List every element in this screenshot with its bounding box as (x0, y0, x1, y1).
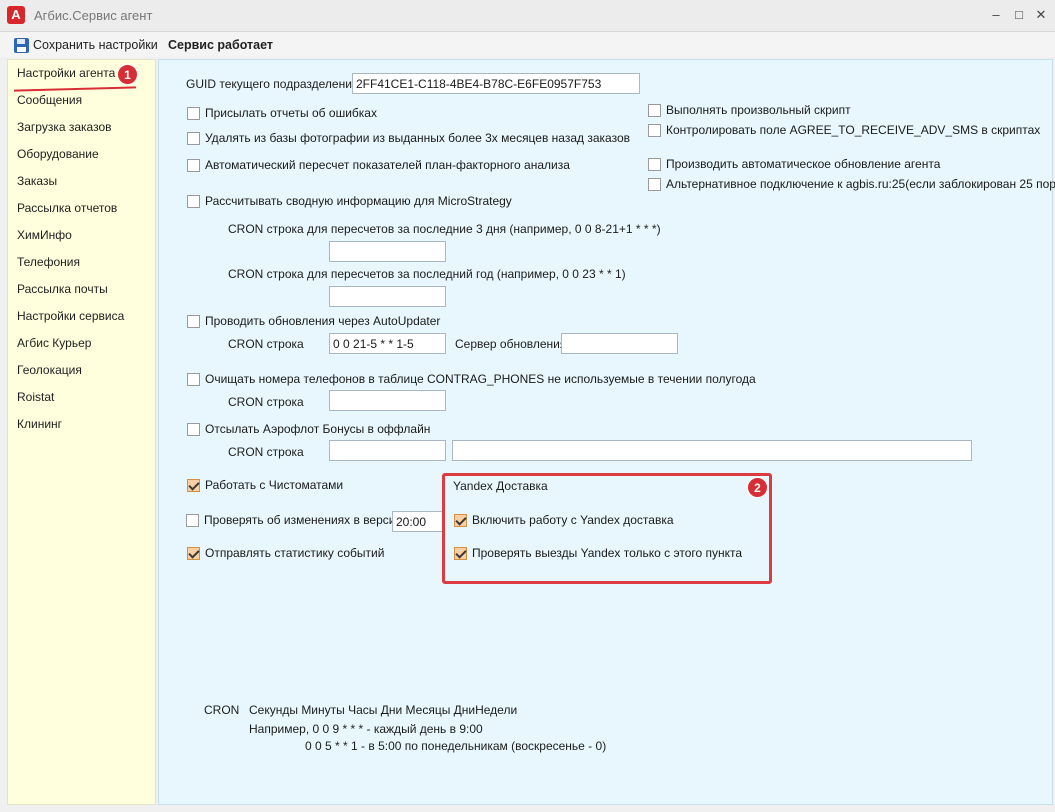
autoupdater-checkbox[interactable]: Проводить обновления через AutoUpdater (187, 314, 440, 328)
aeroflot-extra-input[interactable] (452, 440, 972, 461)
auto-update-agent-label: Производить автоматическое обновление аг… (666, 157, 941, 171)
sidebar-item-agbis-courier[interactable]: Агбис Курьер (17, 336, 91, 354)
chistomat-checkbox[interactable]: Работать с Чистоматами (187, 478, 343, 492)
sidebar-item-telephony[interactable]: Телефония (17, 255, 80, 273)
cron-year-input[interactable] (329, 286, 446, 307)
clear-phones-checkbox[interactable]: Очищать номера телефонов в таблице CONTR… (187, 372, 756, 386)
agree-sms-label: Контролировать поле AGREE_TO_RECEIVE_ADV… (666, 123, 1041, 137)
autoupdater-cron-input[interactable]: 0 0 21-5 * * 1-5 (329, 333, 446, 354)
checkbox-box (648, 123, 661, 137)
microstrategy-checkbox[interactable]: Рассчитывать сводную информацию для Micr… (187, 194, 512, 208)
service-status: Сервис работает (168, 38, 274, 52)
sidebar-item-equipment[interactable]: Оборудование (17, 147, 99, 165)
aeroflot-checkbox[interactable]: Отсылать Аэрофлот Бонусы в оффлайн (187, 422, 430, 436)
auto-recalc-checkbox[interactable]: Автоматический пересчет показателей план… (187, 158, 570, 172)
sidebar: Настройки агента Сообщения Загрузка зака… (7, 59, 156, 805)
auto-recalc-label: Автоматический пересчет показателей план… (205, 158, 570, 172)
run-script-checkbox[interactable]: Выполнять произвольный скрипт (648, 103, 851, 117)
clear-phones-label: Очищать номера телефонов в таблице CONTR… (205, 372, 756, 386)
aeroflot-cron-label: CRON строка (228, 445, 304, 459)
sidebar-item-service-settings[interactable]: Настройки сервиса (17, 309, 124, 327)
aeroflot-cron-input[interactable] (329, 440, 446, 461)
sidebar-item-khiminfo[interactable]: ХимИнфо (17, 228, 72, 246)
autoupdater-cron-label: CRON строка (228, 337, 304, 351)
agree-sms-checkbox[interactable]: Контролировать поле AGREE_TO_RECEIVE_ADV… (648, 123, 1040, 137)
send-stats-label: Отправлять статистику событий (205, 546, 385, 560)
floppy-disk-icon (14, 37, 29, 53)
cron-help-label: CRON (204, 703, 240, 717)
update-server-label: Сервер обновления (455, 337, 567, 351)
check-version-checkbox[interactable]: Проверять об изменениях в версии (186, 513, 402, 527)
checkbox-box (186, 513, 199, 527)
send-stats-checkbox[interactable]: Отправлять статистику событий (187, 546, 384, 560)
delete-photos-checkbox[interactable]: Удалять из базы фотографии из выданных б… (187, 131, 630, 145)
annotation-marker-2: 2 (747, 477, 768, 498)
minimize-icon[interactable]: – (988, 7, 1004, 23)
checkbox-box (187, 422, 200, 436)
microstrategy-label: Рассчитывать сводную информацию для Micr… (205, 194, 512, 208)
guid-label: GUID текущего подразделения (186, 77, 359, 91)
check-version-label: Проверять об изменениях в версии (204, 513, 403, 527)
sidebar-item-roistat[interactable]: Roistat (17, 390, 54, 408)
send-errors-label: Присылать отчеты об ошибках (205, 106, 377, 120)
sidebar-item-orders[interactable]: Заказы (17, 174, 57, 192)
save-settings-button[interactable]: Сохранить настройки (14, 36, 158, 54)
checkbox-box (187, 131, 200, 145)
checkbox-box (187, 372, 200, 386)
delete-photos-label: Удалять из базы фотографии из выданных б… (205, 131, 631, 145)
guid-input[interactable]: 2FF41CE1-C118-4BE4-B78C-E6FE0957F753 (352, 73, 640, 94)
cron-help-fields: Секунды Минуты Часы Дни Месяцы ДниНедели (249, 703, 518, 717)
sidebar-item-geolocation[interactable]: Геолокация (17, 363, 82, 381)
annotation-highlight-box (442, 473, 772, 584)
cron-3days-input[interactable] (329, 241, 446, 262)
toolbar: Сохранить настройки Сервис работает (0, 32, 1055, 57)
checkbox-box (187, 478, 200, 492)
auto-update-agent-checkbox[interactable]: Производить автоматическое обновление аг… (648, 157, 940, 171)
sidebar-item-report-mailing[interactable]: Рассылка отчетов (17, 201, 117, 219)
close-icon[interactable]: ✕ (1033, 7, 1049, 23)
clear-phones-cron-label: CRON строка (228, 395, 304, 409)
autoupdater-label: Проводить обновления через AutoUpdater (205, 314, 441, 328)
sidebar-item-agent-settings[interactable]: Настройки агента (17, 66, 115, 84)
checkbox-box (648, 177, 661, 191)
checkbox-box (187, 546, 200, 560)
chistomat-label: Работать с Чистоматами (205, 478, 344, 492)
cron-year-label: CRON строка для пересчетов за последний … (228, 267, 626, 281)
sidebar-item-email-mailing[interactable]: Рассылка почты (17, 282, 108, 300)
window-title: Агбис.Сервис агент (34, 8, 153, 23)
cron-help-example-2: 0 0 5 * * 1 - в 5:00 по понедельникам (в… (305, 739, 607, 753)
run-script-label: Выполнять произвольный скрипт (666, 103, 851, 117)
annotation-marker-1: 1 (117, 64, 138, 85)
settings-panel: GUID текущего подразделения 2FF41CE1-C11… (158, 59, 1055, 805)
cron-3days-label: CRON строка для пересчетов за последние … (228, 222, 661, 236)
clear-phones-cron-input[interactable] (329, 390, 446, 411)
maximize-icon[interactable]: □ (1011, 7, 1027, 23)
checkbox-box (187, 106, 200, 120)
checkbox-box (187, 194, 200, 208)
cron-help-example-1: Например, 0 0 9 * * * - каждый день в 9:… (249, 722, 483, 736)
checkbox-box (187, 158, 200, 172)
checkbox-box (648, 103, 661, 117)
update-server-input[interactable] (561, 333, 678, 354)
send-errors-checkbox[interactable]: Присылать отчеты об ошибках (187, 106, 377, 120)
window-titlebar: A Агбис.Сервис агент – □ ✕ (0, 0, 1055, 32)
app-logo-icon: A (7, 6, 25, 24)
aeroflot-label: Отсылать Аэрофлот Бонусы в оффлайн (205, 422, 431, 436)
alt-smtp-label: Альтернативное подключение к agbis.ru:25… (666, 177, 1055, 191)
check-version-time-input[interactable]: 20:00 (392, 511, 444, 532)
save-settings-label: Сохранить настройки (33, 38, 158, 52)
checkbox-box (648, 157, 661, 171)
sidebar-item-messages[interactable]: Сообщения (17, 93, 82, 111)
sidebar-item-order-loading[interactable]: Загрузка заказов (17, 120, 112, 138)
checkbox-box (187, 314, 200, 328)
sidebar-item-cleaning[interactable]: Клининг (17, 417, 62, 435)
alt-smtp-checkbox[interactable]: Альтернативное подключение к agbis.ru:25… (648, 177, 1055, 191)
